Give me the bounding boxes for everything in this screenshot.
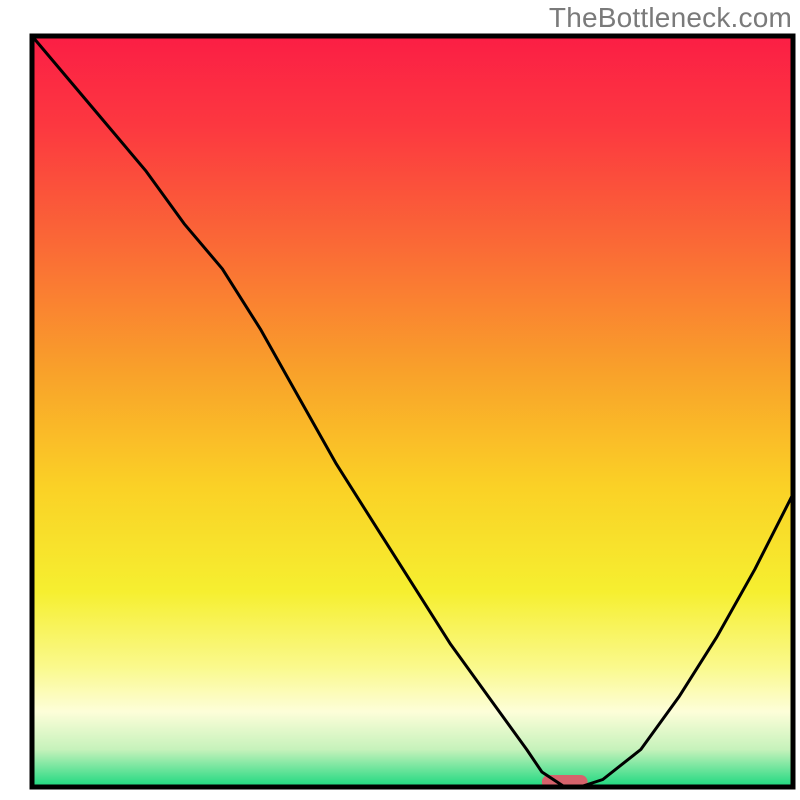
plot-background bbox=[32, 36, 793, 787]
bottleneck-chart bbox=[0, 0, 800, 800]
attribution-watermark: TheBottleneck.com bbox=[549, 2, 792, 34]
chart-stage: TheBottleneck.com bbox=[0, 0, 800, 800]
